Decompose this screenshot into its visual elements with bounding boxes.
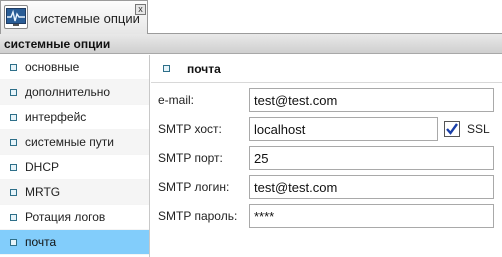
sidebar-item-mrtg[interactable]: MRTG	[0, 180, 149, 205]
tab-bar: системные опции x	[0, 0, 502, 34]
smtp-password-label: SMTP пароль:	[158, 209, 238, 223]
sidebar-item-label: интерфейс	[25, 110, 87, 124]
email-row: e-mail:	[151, 88, 502, 114]
smtp-login-field[interactable]	[249, 175, 494, 199]
sidebar-item-label: почта	[25, 235, 57, 249]
sidebar-item-label: дополнительно	[25, 85, 111, 99]
email-label: e-mail:	[158, 93, 195, 107]
checkmark-icon	[446, 123, 458, 135]
sidebar-item-label: DHCP	[25, 160, 60, 174]
panel-header: системные опции	[0, 34, 502, 54]
bullet-icon	[10, 64, 17, 71]
smtp-port-row: SMTP порт:	[151, 146, 502, 172]
sidebar-item-system-paths[interactable]: системные пути	[0, 130, 149, 155]
tab-label: системные опции	[34, 11, 140, 26]
email-field[interactable]	[249, 88, 494, 112]
bullet-icon	[10, 114, 17, 121]
close-icon[interactable]: x	[135, 4, 146, 15]
sidebar-item-log-rotation[interactable]: Ротация логов	[0, 205, 149, 230]
tab-system-options[interactable]: системные опции x	[0, 0, 148, 34]
sidebar-item-label: основные	[25, 60, 80, 74]
section-title: почта	[187, 62, 221, 76]
bullet-icon	[10, 89, 17, 96]
smtp-host-row: SMTP хост: SSL	[151, 117, 502, 143]
sidebar-item-label: MRTG	[25, 185, 61, 199]
sidebar: основные дополнительно интерфейс системн…	[0, 55, 150, 257]
bullet-icon	[10, 139, 17, 146]
mail-settings-panel: почта e-mail: SMTP хост: SSL SMTP порт: …	[151, 55, 502, 257]
sidebar-item-label: Ротация логов	[25, 210, 106, 224]
bullet-icon	[10, 189, 17, 196]
smtp-host-label: SMTP хост:	[158, 122, 222, 136]
monitor-graph-icon	[4, 5, 28, 29]
bullet-icon	[163, 65, 170, 72]
smtp-password-field[interactable]	[249, 204, 494, 228]
smtp-port-label: SMTP порт:	[158, 151, 223, 165]
bullet-icon	[10, 239, 17, 246]
ssl-label: SSL	[467, 122, 490, 136]
section-header: почта	[151, 55, 502, 83]
sidebar-item-mail[interactable]: почта	[0, 230, 149, 255]
sidebar-item-interface[interactable]: интерфейс	[0, 105, 149, 130]
bullet-icon	[10, 214, 17, 221]
smtp-login-label: SMTP логин:	[158, 180, 230, 194]
smtp-port-field[interactable]	[249, 146, 494, 170]
sidebar-item-advanced[interactable]: дополнительно	[0, 80, 149, 105]
bullet-icon	[10, 164, 17, 171]
sidebar-item-general[interactable]: основные	[0, 55, 149, 80]
sidebar-item-dhcp[interactable]: DHCP	[0, 155, 149, 180]
sidebar-item-label: системные пути	[25, 135, 114, 149]
smtp-host-field[interactable]	[249, 117, 438, 141]
smtp-login-row: SMTP логин:	[151, 175, 502, 201]
panel-title: системные опции	[4, 37, 111, 51]
smtp-password-row: SMTP пароль:	[151, 204, 502, 230]
ssl-checkbox[interactable]	[444, 121, 460, 137]
